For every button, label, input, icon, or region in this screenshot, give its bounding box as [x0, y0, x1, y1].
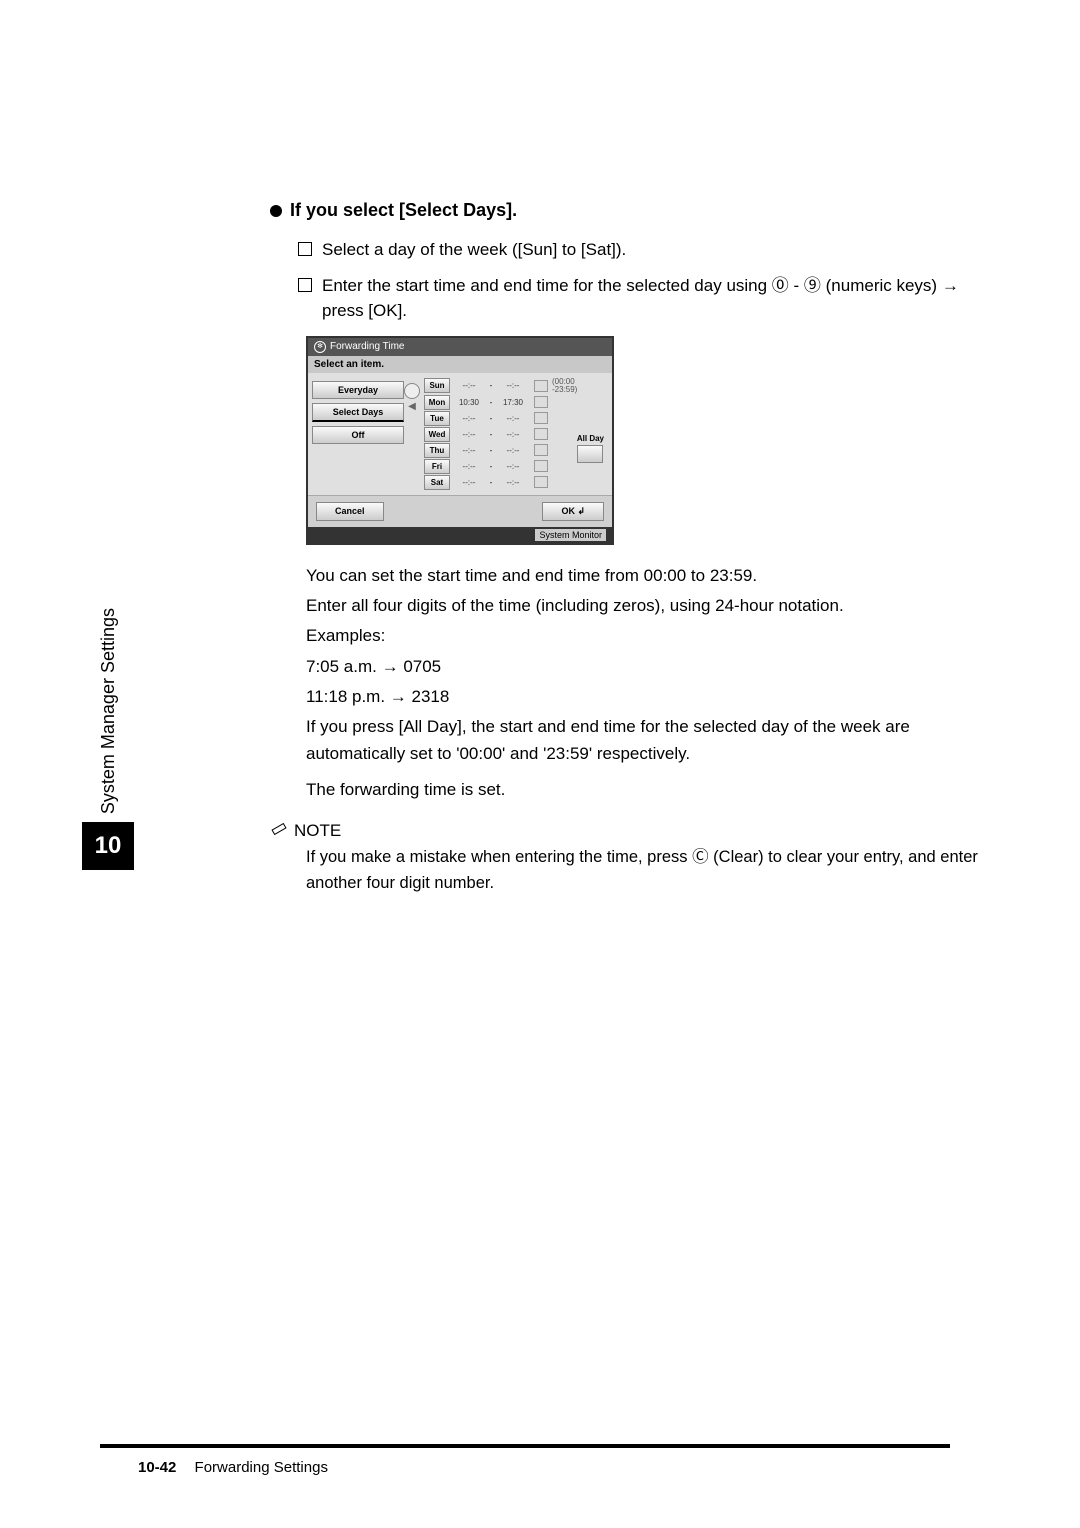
- note-head-text: NOTE: [294, 821, 341, 841]
- day-thu-button[interactable]: Thu: [424, 443, 450, 458]
- square-bullet-icon: [298, 278, 312, 292]
- body-line: If you press [All Day], the start and en…: [306, 714, 1000, 767]
- day-fri-button[interactable]: Fri: [424, 459, 450, 474]
- sun-start[interactable]: --:--: [450, 381, 488, 390]
- row-icon[interactable]: [534, 444, 548, 456]
- sub-text-1: Select a day of the week ([Sun] to [Sat]…: [322, 237, 626, 263]
- day-sat-button[interactable]: Sat: [424, 475, 450, 490]
- footer-title: Forwarding Settings: [195, 1459, 328, 1476]
- thu-end[interactable]: --:--: [494, 446, 532, 455]
- row-icon[interactable]: [534, 380, 548, 392]
- day-mon-button[interactable]: Mon: [424, 395, 450, 410]
- mon-end[interactable]: 17:30: [494, 398, 532, 407]
- enter-icon: ↲: [577, 506, 585, 516]
- footer-page-number: 10-42: [138, 1459, 176, 1476]
- body-line: Examples:: [306, 623, 1000, 649]
- off-button[interactable]: Off: [312, 426, 404, 444]
- sub-item: Select a day of the week ([Sun] to [Sat]…: [298, 237, 1000, 263]
- device-screenshot: ✻ Forwarding Time Select an item. Everyd…: [306, 336, 614, 545]
- note-text: If you make a mistake when entering the …: [306, 845, 1000, 896]
- scroll-up-icon[interactable]: [404, 383, 420, 399]
- side-chapter-label: System Manager Settings: [98, 608, 119, 814]
- heading-text: If you select [Select Days].: [290, 200, 517, 221]
- sub-item: Enter the start time and end time for th…: [298, 273, 1000, 324]
- side-chapter-number: 10: [82, 822, 134, 870]
- sub-text-2: Enter the start time and end time for th…: [322, 273, 1000, 324]
- sat-end[interactable]: --:--: [494, 478, 532, 487]
- settings-icon: ✻: [314, 341, 326, 353]
- section-heading: If you select [Select Days].: [270, 200, 1000, 221]
- sun-end[interactable]: --:--: [494, 381, 532, 390]
- mon-start[interactable]: 10:30: [450, 398, 488, 407]
- row-icon[interactable]: [534, 428, 548, 440]
- body-example: 7:05 a.m. → 0705: [306, 654, 1000, 680]
- body-example: 11:18 p.m. → 2318: [306, 684, 1000, 710]
- screenshot-title: Forwarding Time: [330, 341, 404, 352]
- screenshot-titlebar: ✻ Forwarding Time: [308, 338, 612, 356]
- row-icon[interactable]: [534, 412, 548, 424]
- select-days-button[interactable]: Select Days: [312, 403, 404, 422]
- tue-end[interactable]: --:--: [494, 414, 532, 423]
- footer-rule: [100, 1444, 950, 1448]
- row-icon[interactable]: [534, 476, 548, 488]
- body-line: Enter all four digits of the time (inclu…: [306, 593, 1000, 619]
- system-monitor-button[interactable]: System Monitor: [535, 529, 606, 541]
- day-wed-button[interactable]: Wed: [424, 427, 450, 442]
- all-day-button[interactable]: [577, 445, 603, 463]
- wed-end[interactable]: --:--: [494, 430, 532, 439]
- ok-button[interactable]: OK ↲: [542, 502, 604, 521]
- time-range-hint: (00:00 -23:59): [552, 378, 577, 394]
- body-line: You can set the start time and end time …: [306, 563, 1000, 589]
- note-heading: NOTE: [270, 821, 1000, 841]
- footer: 10-42 Forwarding Settings: [138, 1459, 328, 1476]
- body-result: The forwarding time is set.: [306, 777, 1000, 803]
- square-bullet-icon: [298, 242, 312, 256]
- day-tue-button[interactable]: Tue: [424, 411, 450, 426]
- wed-start[interactable]: --:--: [450, 430, 488, 439]
- screenshot-subtitle: Select an item.: [308, 356, 612, 373]
- everyday-button[interactable]: Everyday: [312, 381, 404, 399]
- row-icon[interactable]: [534, 396, 548, 408]
- fri-end[interactable]: --:--: [494, 462, 532, 471]
- tue-start[interactable]: --:--: [450, 414, 488, 423]
- side-tab: System Manager Settings 10: [82, 608, 134, 870]
- fri-start[interactable]: --:--: [450, 462, 488, 471]
- all-day-label: All Day: [577, 434, 604, 443]
- arrow-left-icon: ◀: [408, 401, 416, 412]
- day-sun-button[interactable]: Sun: [424, 378, 450, 393]
- pencil-icon: [270, 824, 288, 838]
- thu-start[interactable]: --:--: [450, 446, 488, 455]
- bullet-icon: [270, 205, 282, 217]
- row-icon[interactable]: [534, 460, 548, 472]
- sat-start[interactable]: --:--: [450, 478, 488, 487]
- cancel-button[interactable]: Cancel: [316, 502, 384, 521]
